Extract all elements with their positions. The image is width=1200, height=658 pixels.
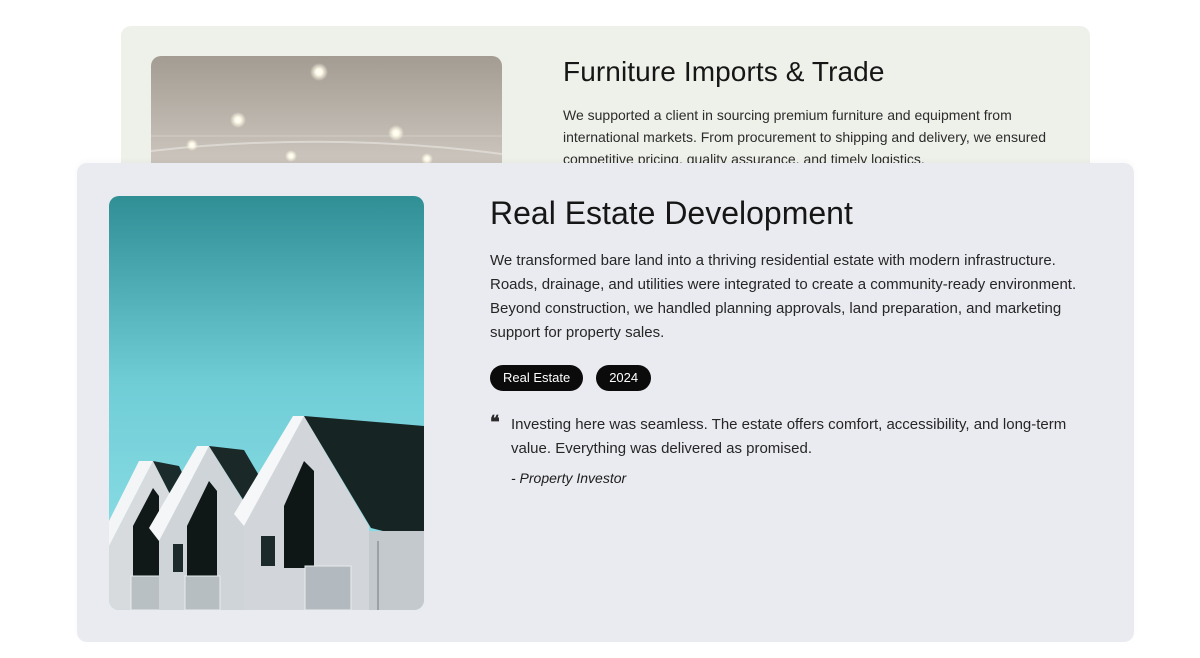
testimonial: ❝ Investing here was seamless. The estat… [490,412,1100,487]
project-tags: Real Estate 2024 [490,365,1100,391]
project-title: Furniture Imports & Trade [563,56,885,87]
project-description: We supported a client in sourcing premiu… [563,107,1046,167]
tag-year[interactable]: 2024 [596,365,652,391]
project-description: We transformed bare land into a thriving… [490,252,1077,341]
quote-icon: ❝ [490,412,500,433]
testimonial-text: Investing here was seamless. The estate … [511,416,1067,457]
project-title: Real Estate Development [490,195,853,231]
portfolio-section: Furniture Imports & Trade We supported a… [0,0,1200,658]
project-card-real-estate[interactable]: Real Estate Development We transformed b… [77,163,1134,642]
project-text-furniture: Furniture Imports & Trade We supported a… [563,54,1053,170]
houses-icon [109,196,424,610]
project-image-real-estate [109,196,424,610]
project-text-real-estate: Real Estate Development We transformed b… [490,193,1100,486]
tag-category[interactable]: Real Estate [490,365,584,391]
testimonial-author: - Property Investor [511,470,627,486]
